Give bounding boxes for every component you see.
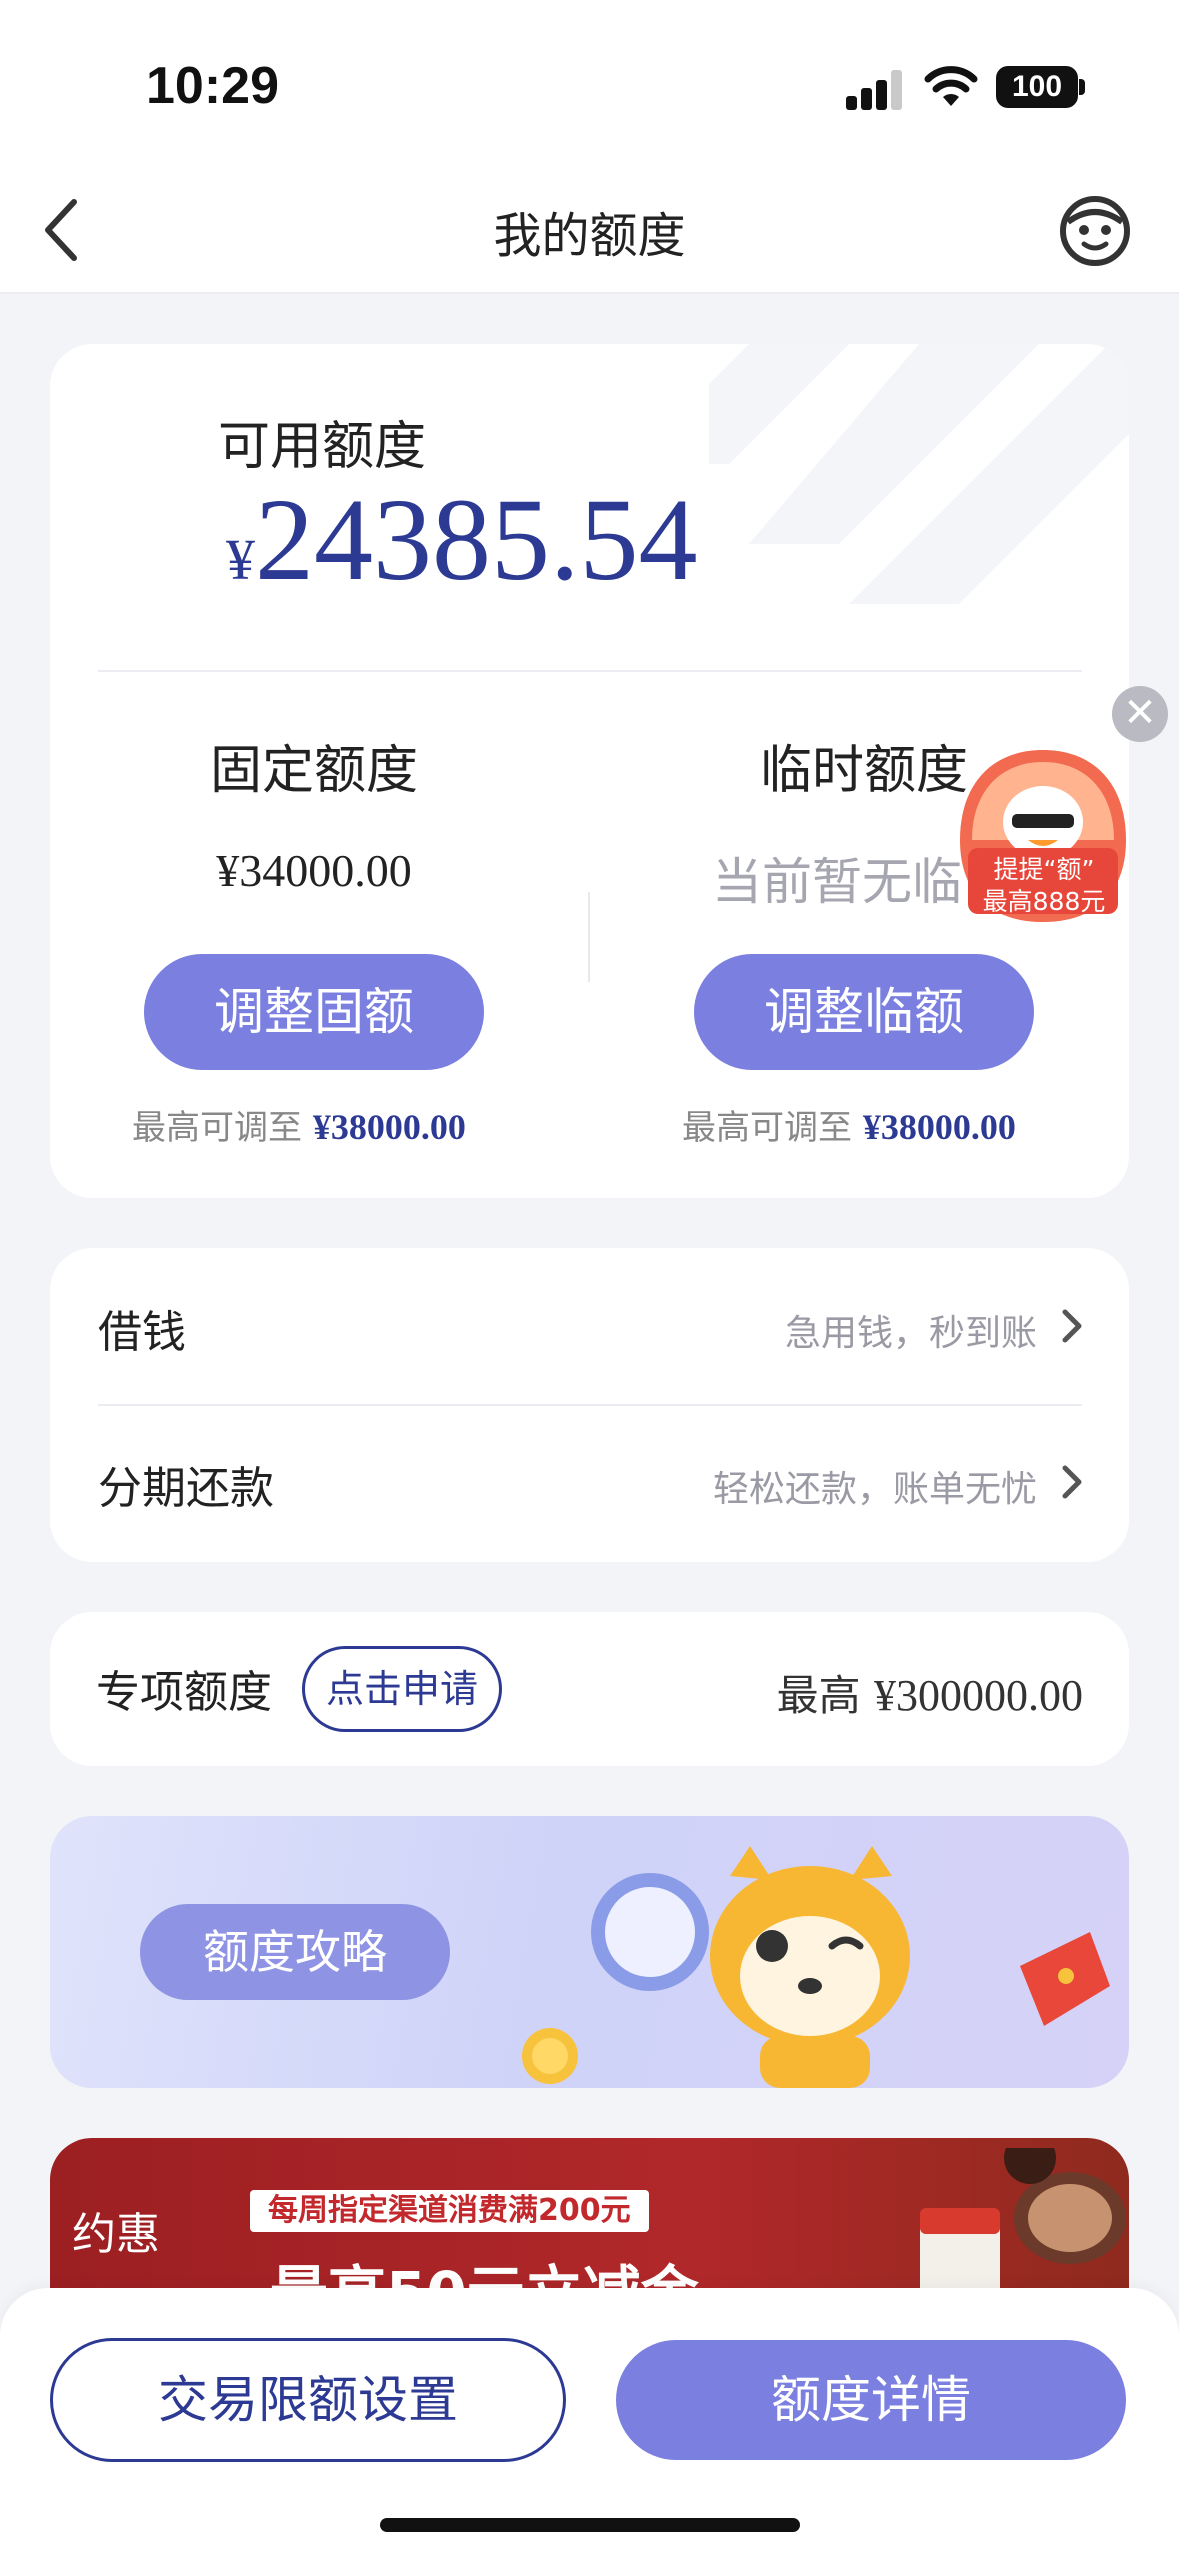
divider [98,670,1082,672]
close-icon[interactable]: ✕ [1112,686,1168,742]
status-time: 10:29 [146,57,279,115]
promo-banner[interactable]: 约惠 每周指定渠道消费满200元 最高50元立减金 [50,2138,1129,2298]
battery-icon: 100 [996,66,1078,108]
promo-logo: 约惠 [72,2209,160,2260]
transaction-limit-button[interactable]: 交易限额设置 [50,2338,566,2462]
quota-guide-banner[interactable]: 额度攻略 [50,1816,1129,2088]
tiger-mascot-illustration [522,1846,1110,2088]
chevron-right-icon [1062,1309,1082,1343]
fixed-max-value: ¥38000.00 [312,1107,466,1147]
special-max-value: ¥300000.00 [874,1671,1083,1720]
page-title: 我的额度 [493,208,686,264]
wifi-icon [924,66,978,106]
fixed-quota-title: 固定额度 [209,741,418,801]
battery-tip [1079,79,1085,95]
fixed-max-adjust: 最高可调至 ¥38000.00 [132,1100,466,1149]
temp-max-value: ¥38000.00 [862,1107,1016,1147]
quota-details-button[interactable]: 额度详情 [616,2340,1126,2460]
special-quota-card[interactable]: 专项额度 点击申请 最高 ¥300000.00 [50,1612,1129,1766]
special-quota-title: 专项额度 [96,1667,272,1718]
float-badge-line2: 最高888元 [982,887,1106,916]
fixed-quota-value: ¥34000.00 [216,845,412,896]
cellular-signal-icon [846,70,906,110]
list-item-title: 分期还款 [98,1463,274,1514]
temp-max-prefix: 最高可调至 [682,1108,863,1148]
chevron-right-icon [1062,1465,1082,1499]
temp-quota-value: 当前暂无临 [712,853,962,911]
float-badge-line1: 提提“额” [993,855,1095,884]
available-quota-label: 可用额度 [218,417,427,477]
temp-max-adjust: 最高可调至 ¥38000.00 [682,1100,1016,1149]
promo-tag: 每周指定渠道消费满200元 [250,2190,649,2232]
customer-service-icon[interactable] [1058,194,1132,268]
float-badge-text[interactable]: 提提“额” 最高888元 [962,854,1126,918]
banner-label: 额度攻略 [140,1904,450,2000]
special-max-prefix: 最高 [776,1671,874,1720]
adjust-fixed-quota-button[interactable]: 调整固额 [144,954,484,1070]
special-max: 最高 ¥300000.00 [777,1662,1083,1723]
list-item-title: 借钱 [98,1307,186,1358]
column-divider [588,892,590,982]
apply-button[interactable]: 点击申请 [302,1646,502,1732]
home-indicator [380,2518,800,2532]
food-illustration [920,2148,1126,2298]
currency-symbol: ¥ [226,527,255,592]
adjust-temp-quota-button[interactable]: 调整临额 [694,954,1034,1070]
available-amount: 24385.54 [255,474,698,605]
list-item-subtitle: 急用钱，秒到账 [784,1313,1037,1354]
fixed-max-prefix: 最高可调至 [132,1108,313,1148]
decorative-stripes [709,344,1129,604]
available-quota-value: ¥24385.54 [226,472,698,608]
list-item-subtitle: 轻松还款，账单无忧 [712,1469,1037,1510]
list-item-installment[interactable]: 分期还款 轻松还款，账单无忧 [50,1406,1129,1562]
service-list-card: 借钱 急用钱，秒到账 分期还款 轻松还款，账单无忧 [50,1248,1129,1562]
list-item-borrow[interactable]: 借钱 急用钱，秒到账 [50,1248,1129,1404]
